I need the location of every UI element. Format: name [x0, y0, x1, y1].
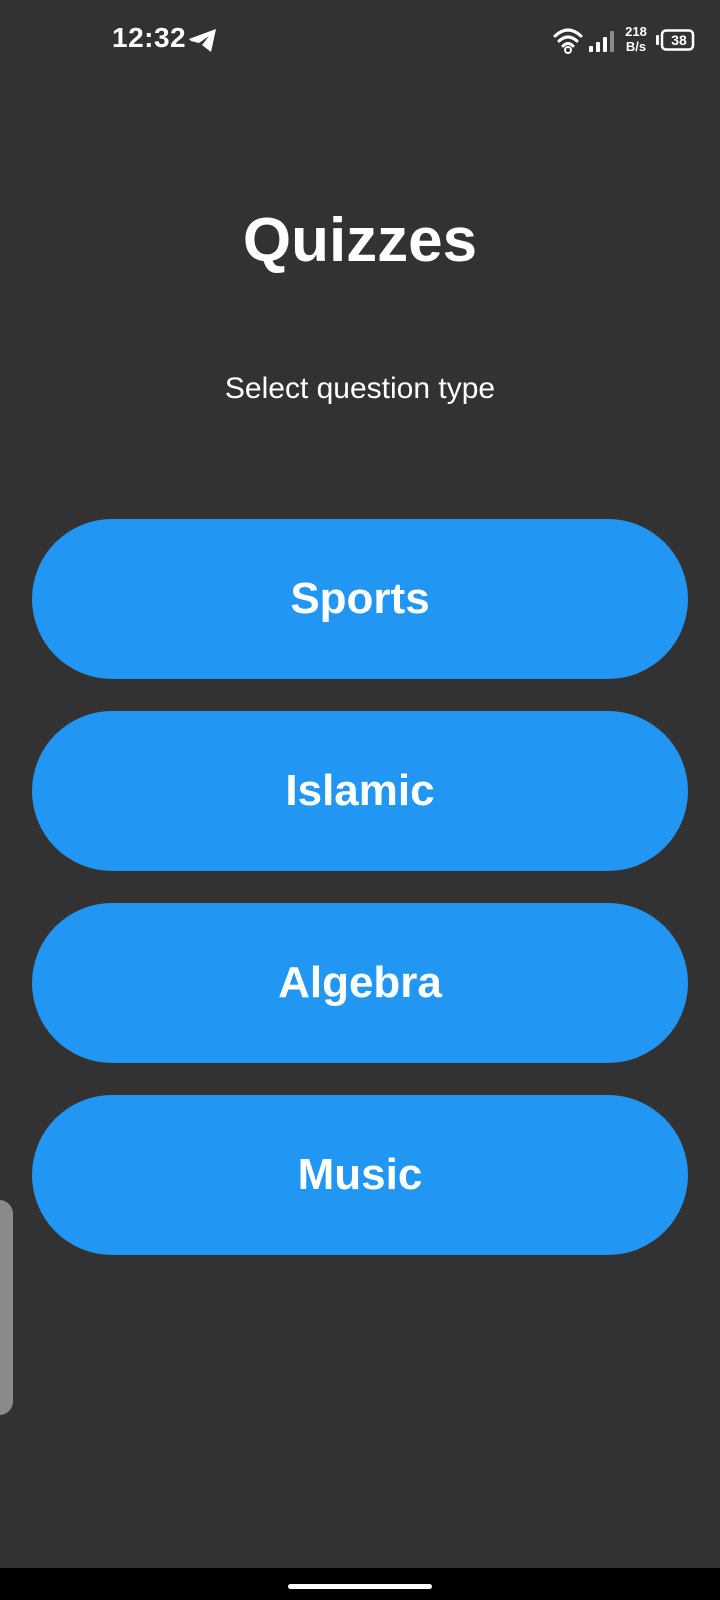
page-subtitle: Select question type: [224, 372, 496, 405]
wifi-icon: [553, 28, 583, 54]
page-title: Quizzes: [242, 206, 478, 275]
signal-icon: [589, 31, 614, 52]
home-indicator[interactable]: [288, 1584, 432, 1589]
status-time: 12:32: [112, 22, 187, 53]
sports-quiz-button[interactable]: Sports: [32, 519, 688, 679]
battery-level: 38: [671, 32, 687, 48]
edge-panel-handle[interactable]: [0, 1200, 13, 1415]
quiz-type-list: Sports Islamic Algebra Music: [32, 519, 688, 1287]
telegram-icon: [189, 29, 216, 52]
algebra-quiz-button[interactable]: Algebra: [32, 903, 688, 1063]
status-bar: 12:32 218 B/s 38: [0, 0, 720, 80]
network-speed-value: 218: [625, 24, 647, 39]
islamic-quiz-button[interactable]: Islamic: [32, 711, 688, 871]
navigation-bar: [0, 1568, 720, 1600]
music-quiz-button[interactable]: Music: [32, 1095, 688, 1255]
network-speed: 218 B/s: [621, 24, 651, 54]
network-speed-unit: B/s: [625, 39, 647, 54]
